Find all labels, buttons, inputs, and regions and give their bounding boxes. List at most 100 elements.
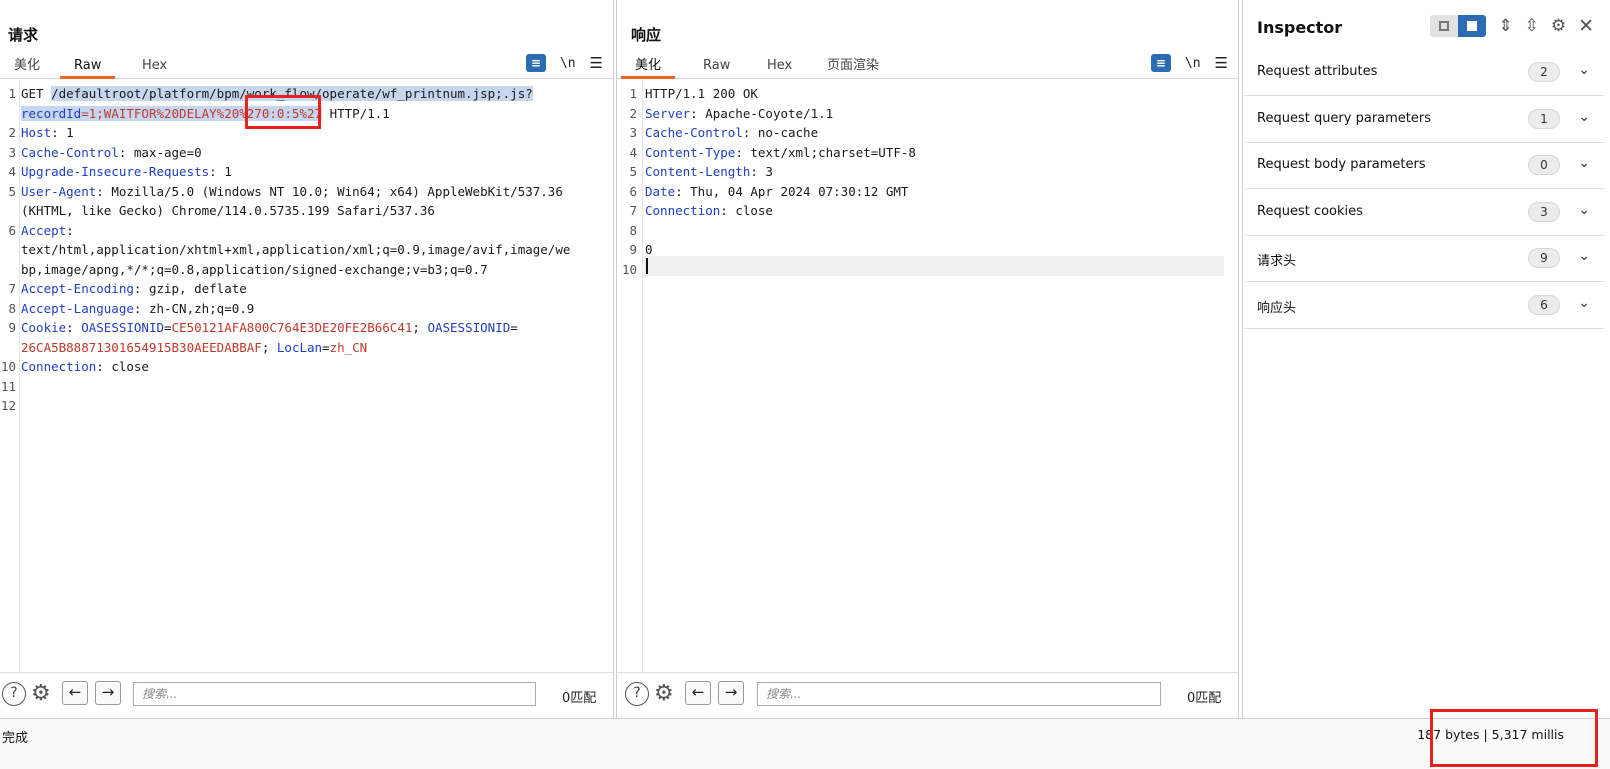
newline-toggle[interactable]: \n: [560, 56, 576, 71]
code-token: LocLan: [276, 339, 323, 355]
wrap-icon[interactable]: ≡: [525, 54, 546, 72]
line-number: 6: [629, 183, 637, 199]
line-number: 9: [629, 242, 637, 257]
section-count-badge: 3: [1528, 201, 1560, 222]
gear-icon[interactable]: ⚙: [31, 682, 51, 706]
chevron-down-icon[interactable]: ⌄: [1578, 62, 1590, 78]
collapse-all-icon[interactable]: ⇳: [1525, 16, 1539, 36]
line-text: HTTP/1.1 200 OK: [645, 84, 758, 104]
line-text: Upgrade-Insecure-Requests: 1: [21, 162, 232, 182]
inspector-layout-toggle: [1430, 15, 1487, 37]
chevron-down-icon[interactable]: ⌄: [1578, 295, 1590, 311]
arrow-right-icon[interactable]: →: [95, 681, 121, 705]
help-icon[interactable]: ?: [2, 682, 26, 706]
line-number: 7: [629, 203, 637, 218]
request-tab-hex[interactable]: Hex: [140, 56, 169, 79]
request-tabs: 美化 Raw Hex: [0, 53, 613, 79]
section-label: Request query parameters: [1257, 110, 1432, 126]
code-line: 8 Accept-Language: zh-CN,zh;q=0.9: [0, 299, 613, 319]
status-bar: 完成 187 bytes | 5,317 millis: [0, 718, 1610, 769]
code-token: Server: [645, 105, 691, 121]
close-icon[interactable]: ✕: [1578, 15, 1594, 37]
hamburger-menu-icon[interactable]: ☰: [590, 54, 603, 72]
code-token: Upgrade-Insecure-Requests: [21, 164, 210, 179]
code-token: : 3: [750, 164, 773, 179]
line-text: Host: 1: [21, 123, 74, 143]
gear-icon[interactable]: ⚙: [1551, 16, 1566, 36]
panel-left-icon[interactable]: [1430, 15, 1459, 37]
arrow-left-icon[interactable]: ←: [62, 681, 88, 705]
response-pane: 响应 美化 Raw Hex 页面渲染 ≡ \n ☰ 1 HTTP/1.1 200 …: [616, 0, 1239, 718]
code-token: =: [164, 320, 172, 335]
chevron-down-icon[interactable]: ⌄: [1578, 202, 1590, 218]
request-search-bar: ? ⚙ ← → 搜索... 0匹配: [0, 672, 613, 718]
arrow-right-icon[interactable]: →: [718, 681, 744, 705]
inspector-section[interactable]: Request cookies 3 ⌄: [1245, 190, 1604, 236]
arrow-left-icon[interactable]: ←: [685, 681, 711, 705]
code-token: GET: [21, 86, 52, 101]
request-tab-raw[interactable]: Raw: [60, 56, 116, 79]
chevron-down-icon[interactable]: ⌄: [1578, 248, 1590, 264]
section-label: Request body parameters: [1257, 157, 1426, 172]
line-number: 10: [621, 261, 637, 277]
gear-icon[interactable]: ⚙: [654, 682, 674, 706]
request-editor[interactable]: 1 GET /defaultroot/platform/bpm/work_flow…: [0, 80, 613, 672]
line-text: 26CA5B88871301654915B30AEEDABBAF; LocLan…: [21, 338, 367, 358]
section-count-badge: 0: [1528, 155, 1560, 175]
code-token: Cache-Control: [21, 144, 119, 160]
hamburger-menu-icon[interactable]: ☰: [1215, 54, 1228, 72]
response-editor[interactable]: 1 HTTP/1.1 200 OK 2 Server: Apache-Coyote/1…: [617, 80, 1238, 672]
line-text: Server: Apache-Coyote/1.1: [645, 104, 833, 124]
code-token: : 1: [51, 125, 74, 140]
code-token: bp,image/apng,*/*;q=0.8,application/sign…: [21, 261, 488, 277]
code-token: Host: [21, 125, 52, 140]
inspector-section[interactable]: 响应头 6 ⌄: [1245, 283, 1604, 329]
request-tab-pretty[interactable]: 美化: [12, 56, 42, 79]
search-input[interactable]: 搜索...: [133, 682, 536, 706]
code-token: text/html,application/xhtml+xml,applicat…: [21, 242, 571, 257]
code-line: 26CA5B88871301654915B30AEEDABBAF; LocLan…: [0, 338, 613, 358]
inspector-section[interactable]: Request query parameters 1 ⌄: [1245, 97, 1604, 143]
line-number: 7: [8, 281, 16, 296]
code-line: 9 Cookie: OASESSIONID=CE50121AFA800C764E3…: [0, 318, 613, 338]
line-text: (KHTML, like Gecko) Chrome/114.0.5735.19…: [21, 201, 435, 221]
code-token: Content-Length: [645, 164, 751, 179]
chevron-down-icon[interactable]: ⌄: [1578, 109, 1590, 125]
section-count-badge: 6: [1528, 294, 1560, 315]
code-token: Cache-Control: [645, 125, 743, 140]
code-token: ;: [412, 320, 428, 335]
section-count-badge: 9: [1528, 248, 1560, 268]
chevron-down-icon[interactable]: ⌄: [1578, 155, 1590, 171]
newline-toggle[interactable]: \n: [1185, 56, 1201, 71]
code-token: : Thu, 04 Apr 2024 07:30:12 GMT: [675, 183, 909, 199]
line-text: Content-Length: 3: [645, 162, 773, 182]
response-tab-pretty[interactable]: 美化: [621, 56, 676, 79]
wrap-icon[interactable]: ≡: [1150, 54, 1171, 72]
section-count-badge: 2: [1528, 62, 1560, 82]
panel-right-icon[interactable]: [1458, 15, 1487, 37]
response-tab-hex[interactable]: Hex: [765, 56, 794, 79]
code-token: : text/xml;charset=UTF-8: [735, 144, 916, 160]
inspector-section[interactable]: Request body parameters 0 ⌄: [1245, 143, 1604, 189]
search-input[interactable]: 搜索...: [757, 682, 1161, 706]
inspector-section[interactable]: Request attributes 2 ⌄: [1245, 50, 1604, 96]
code-token: : zh-CN,zh;q=0.9: [133, 300, 255, 316]
code-token: 0: [645, 242, 653, 257]
expand-all-icon[interactable]: ⇕: [1498, 16, 1512, 36]
code-token: HTTP/1.1 200 OK: [645, 86, 758, 101]
response-tab-raw[interactable]: Raw: [701, 56, 732, 79]
request-editor-toolbar: ≡ \n ☰: [525, 53, 603, 73]
inspector-section[interactable]: 请求头 9 ⌄: [1245, 236, 1604, 282]
code-line: 3 Cache-Control: no-cache: [617, 123, 1238, 143]
line-number: 3: [8, 144, 16, 160]
code-line: 2 Server: Apache-Coyote/1.1: [617, 104, 1238, 124]
line-text: Content-Type: text/xml;charset=UTF-8: [645, 143, 916, 163]
code-token: : 1: [209, 164, 232, 179]
code-token: Connection: [645, 203, 721, 218]
help-icon[interactable]: ?: [625, 682, 649, 706]
code-token: : no-cache: [742, 125, 819, 140]
response-tab-render[interactable]: 页面渲染: [825, 56, 881, 79]
code-line: 8: [617, 221, 1238, 241]
code-token: zh_CN: [329, 339, 368, 355]
code-line: 12: [0, 396, 613, 416]
